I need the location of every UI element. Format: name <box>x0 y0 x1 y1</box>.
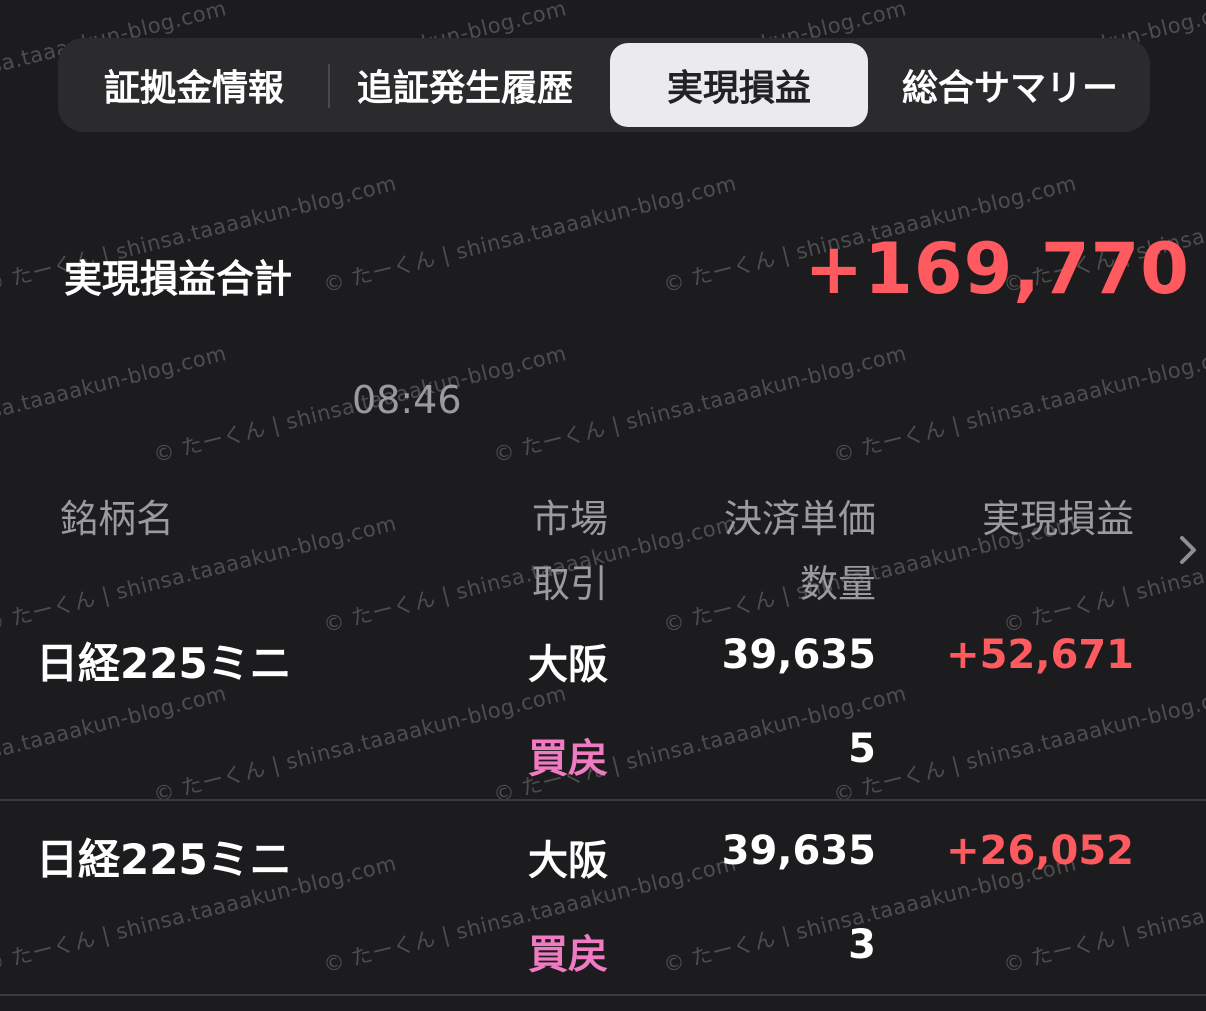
total-pnl-label: 実現損益合計 <box>64 257 293 301</box>
tab-margin-call-history[interactable]: 追証発生履歴 <box>338 43 592 127</box>
row-divider <box>0 799 1206 801</box>
content: 証拠金情報 追証発生履歴 実現損益 総合サマリー 実現損益合計 +169,770… <box>0 0 1206 1011</box>
header-price: 決済単価 <box>723 497 876 541</box>
row-market: 大阪 <box>528 838 608 884</box>
total-pnl-value: +169,770 <box>804 228 1190 310</box>
chevron-right-icon[interactable] <box>1174 530 1202 570</box>
row-pnl: +26,052 <box>946 828 1134 874</box>
row-pnl: +52,671 <box>946 632 1134 678</box>
row-market: 大阪 <box>528 642 608 688</box>
header-name: 銘柄名 <box>60 497 175 541</box>
tab-divider <box>328 64 330 108</box>
row-side: 買戻 <box>528 736 608 782</box>
tab-margin-info[interactable]: 証拠金情報 <box>72 43 316 127</box>
table-row[interactable]: 日経225ミニ 大阪 39,635 +52,671 買戻 5 <box>0 630 1206 800</box>
header-market: 市場 <box>532 497 609 541</box>
tab-realized-pnl[interactable]: 実現損益 <box>610 43 868 127</box>
row-quantity: 5 <box>848 726 876 772</box>
table-row[interactable]: 日経225ミニ 大阪 39,635 +26,052 買戻 3 <box>0 826 1206 996</box>
row-name: 日経225ミニ <box>36 639 292 688</box>
tab-overall-summary[interactable]: 総合サマリー <box>884 43 1136 127</box>
segmented-tab-bar: 証拠金情報 追証発生履歴 実現損益 総合サマリー <box>58 38 1150 132</box>
realized-pnl-screen: © たーくん | shinsa.taaaakun-blog.com © たーくん… <box>0 0 1206 1011</box>
header-trade: 取引 <box>532 562 609 606</box>
row-side: 買戻 <box>528 932 608 978</box>
row-quantity: 3 <box>848 922 876 968</box>
row-divider <box>0 994 1206 996</box>
header-quantity: 数量 <box>799 562 876 606</box>
update-time: 08:46 <box>352 378 462 422</box>
row-name: 日経225ミニ <box>36 835 292 884</box>
row-price: 39,635 <box>721 828 876 874</box>
header-pnl: 実現損益 <box>981 497 1134 541</box>
row-price: 39,635 <box>721 632 876 678</box>
